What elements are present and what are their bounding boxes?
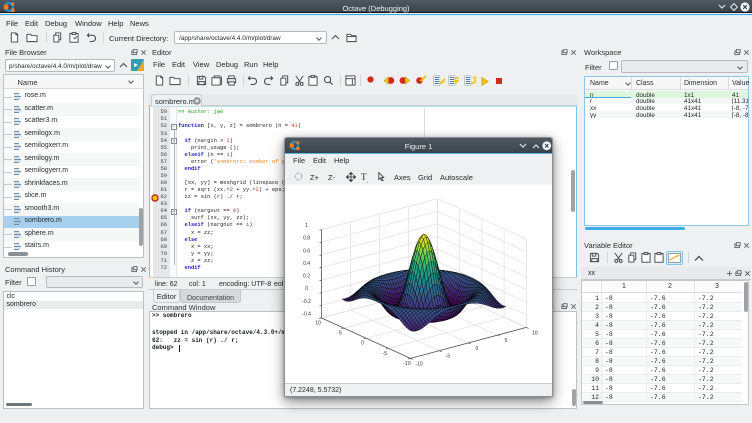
svg-text:0: 0 xyxy=(361,341,364,347)
svg-text:-5: -5 xyxy=(383,351,388,357)
svg-text:-0.4: -0.4 xyxy=(302,312,311,318)
svg-text:0.6: 0.6 xyxy=(303,248,310,254)
svg-text:10: 10 xyxy=(315,321,321,327)
svg-text:0.4: 0.4 xyxy=(303,261,310,267)
svg-text:1: 1 xyxy=(305,223,308,229)
svg-text:5: 5 xyxy=(339,331,342,337)
svg-text:10: 10 xyxy=(532,330,538,336)
svg-text:-5: -5 xyxy=(446,354,451,360)
svg-text:-0.2: -0.2 xyxy=(302,299,311,305)
svg-text:-10: -10 xyxy=(403,361,410,367)
svg-text:-10: -10 xyxy=(415,361,422,367)
svg-text:0: 0 xyxy=(476,346,479,352)
svg-text:0: 0 xyxy=(305,286,308,292)
svg-text:0.2: 0.2 xyxy=(303,274,310,280)
svg-text:5: 5 xyxy=(505,338,508,344)
svg-text:0.8: 0.8 xyxy=(303,236,310,242)
